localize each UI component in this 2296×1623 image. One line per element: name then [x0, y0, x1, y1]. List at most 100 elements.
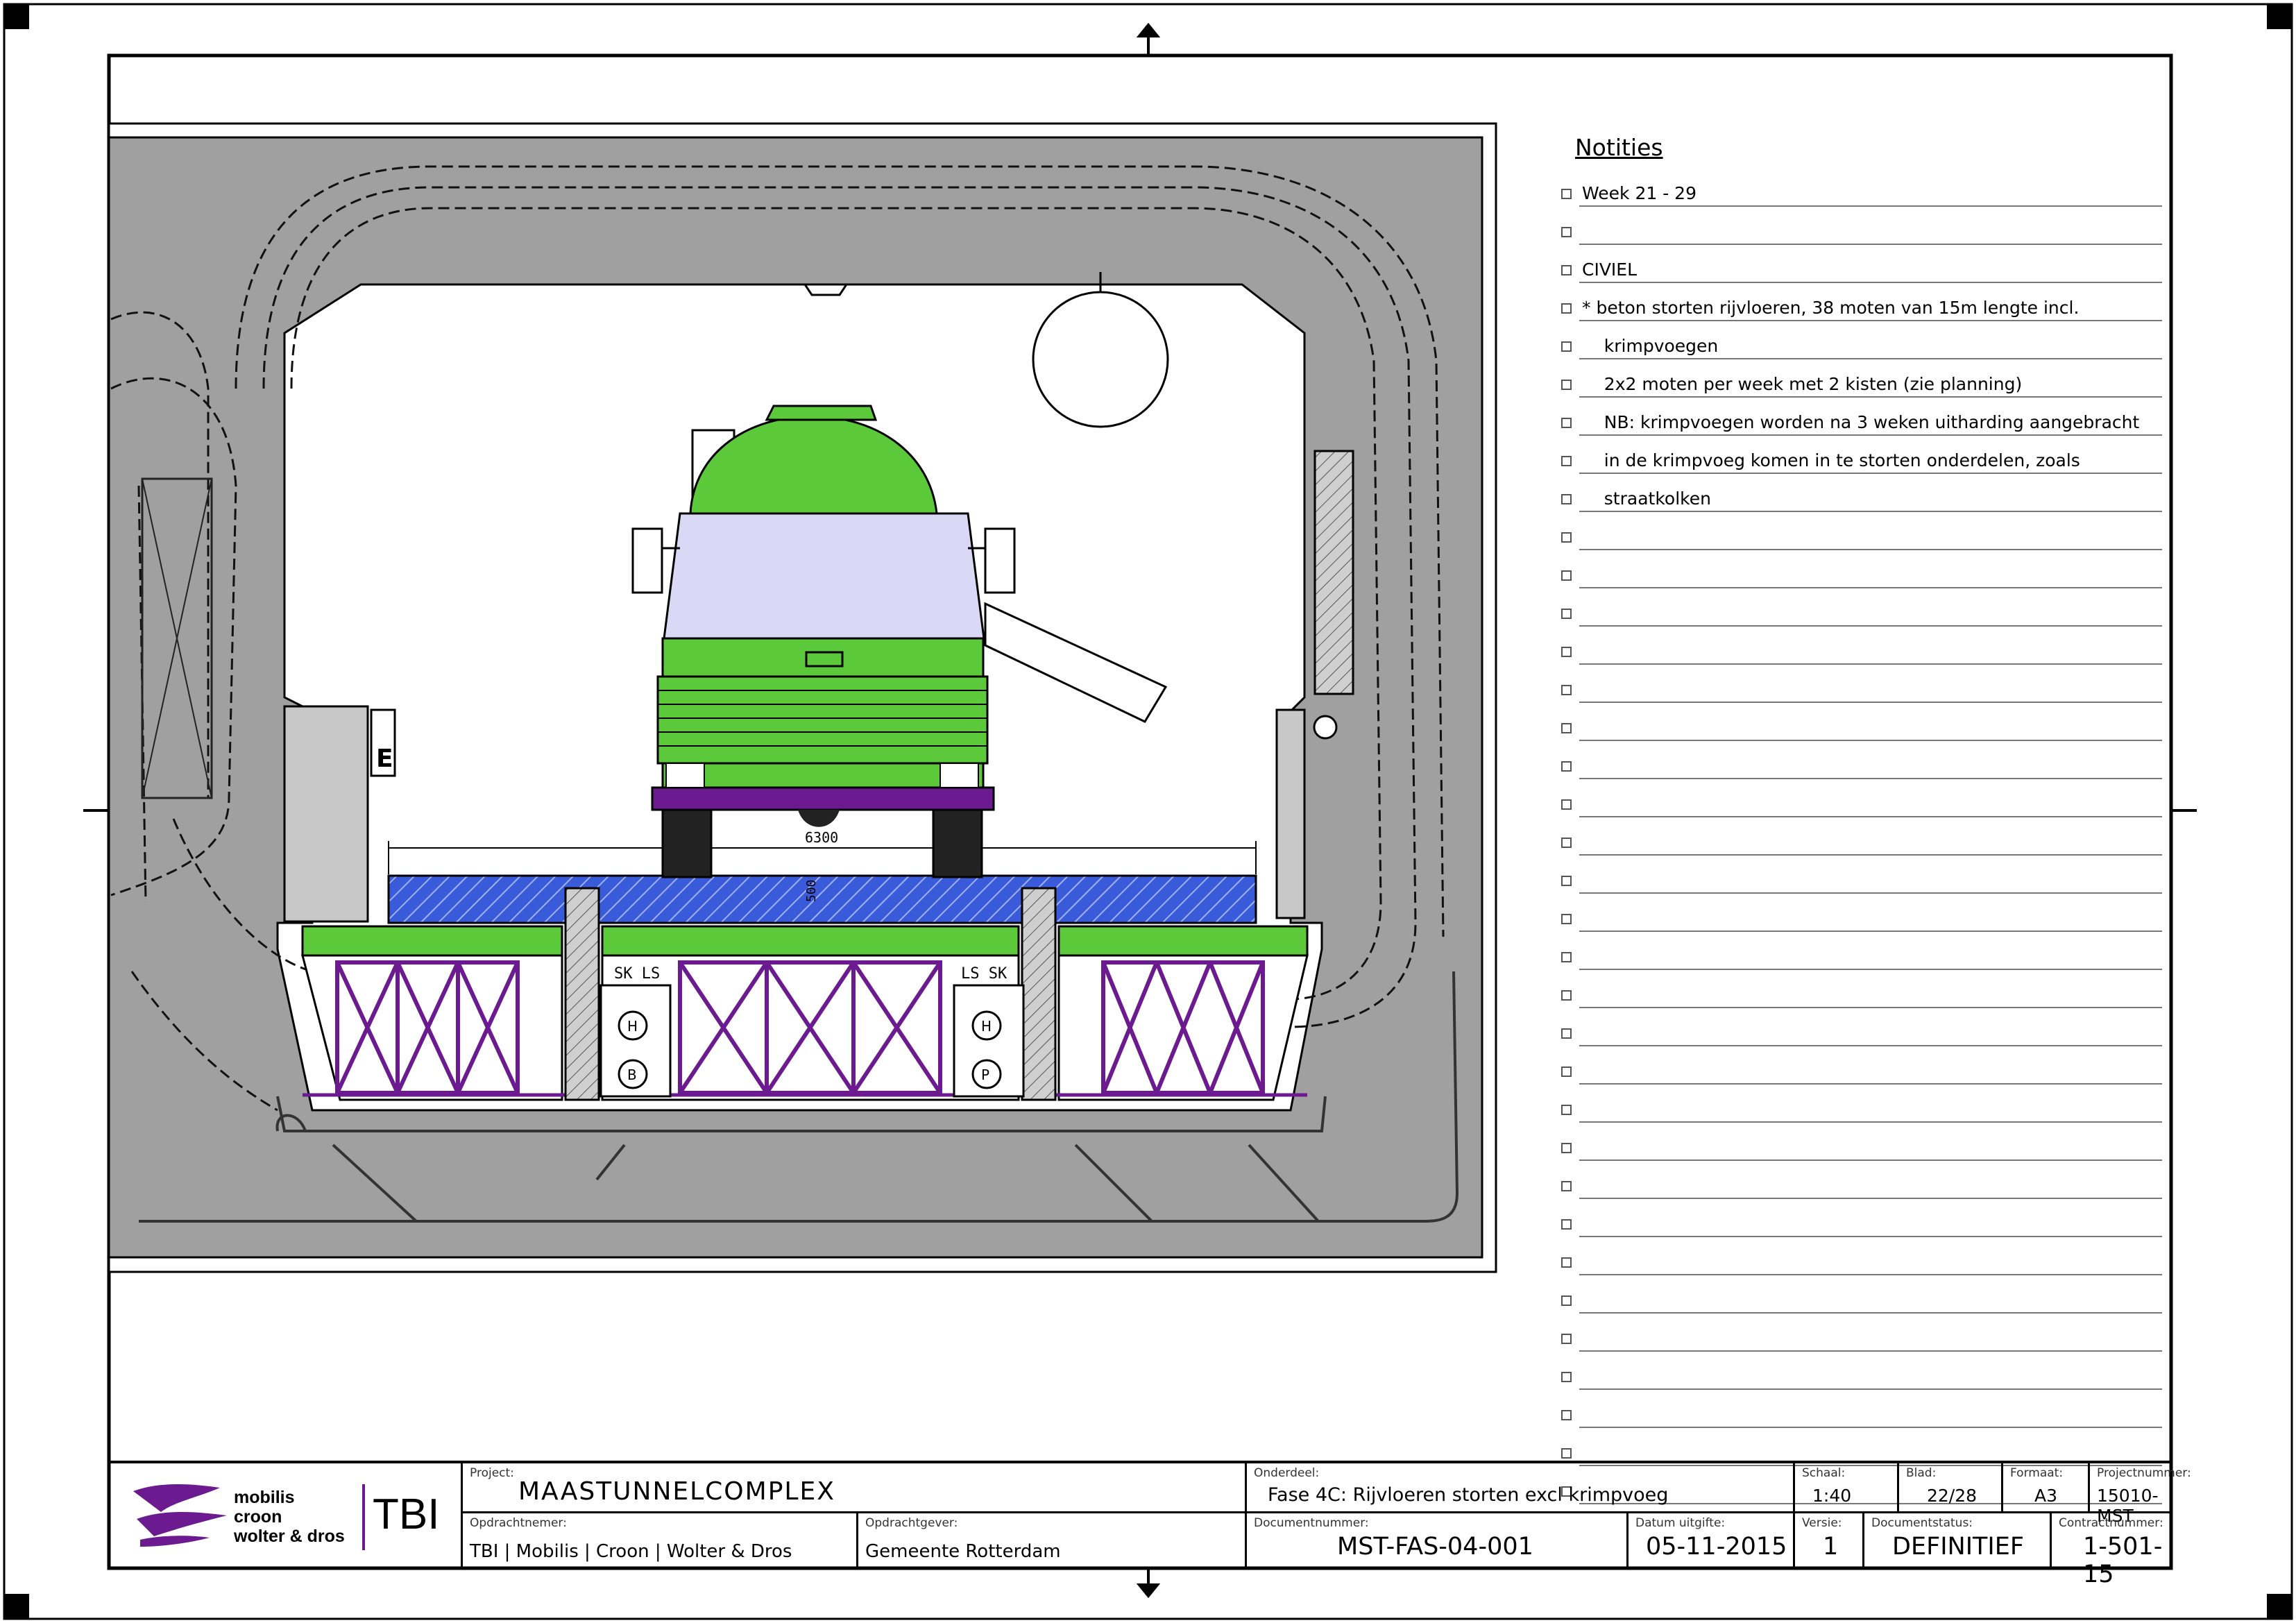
checkbox-icon[interactable] [1561, 456, 1572, 466]
checkbox-icon[interactable] [1561, 1334, 1572, 1344]
contract-label: Contractnummer: [2059, 1516, 2163, 1530]
note-row [1561, 1325, 2162, 1363]
status-label: Documentstatus: [1871, 1516, 1973, 1530]
note-row [1561, 753, 2162, 791]
docnum-label: Documentnummer: [1254, 1516, 1369, 1530]
cell-label-right: LS SK [961, 965, 1007, 983]
version-label: Versie: [1802, 1516, 1842, 1530]
note-underline [1579, 549, 2162, 550]
checkbox-icon[interactable] [1561, 494, 1572, 504]
scale-cell: Schaal: 1:40 [1795, 1463, 1899, 1513]
checkbox-icon[interactable] [1561, 1219, 1572, 1230]
symbol-b: B [627, 1067, 637, 1083]
checkbox-icon[interactable] [1561, 1295, 1572, 1306]
note-row [1561, 1363, 2162, 1402]
checkbox-icon[interactable] [1561, 1028, 1572, 1039]
date-value: 05-11-2015 [1646, 1533, 1787, 1561]
checkbox-icon[interactable] [1561, 265, 1572, 275]
checkbox-icon[interactable] [1561, 1143, 1572, 1153]
project-label: Project: [470, 1466, 514, 1480]
project-value: MAASTUNNELCOMPLEX [518, 1477, 835, 1506]
status-value: DEFINITIEF [1892, 1533, 2024, 1561]
checkbox-icon[interactable] [1561, 380, 1572, 390]
format-cell: Formaat: A3 [2003, 1463, 2090, 1513]
note-underline [1579, 1312, 2162, 1314]
note-underline [1579, 892, 2162, 894]
note-row [1561, 791, 2162, 829]
checkbox-icon[interactable] [1561, 914, 1572, 924]
checkbox-icon[interactable] [1561, 418, 1572, 428]
note-underline [1579, 1236, 2162, 1237]
note-underline [1579, 625, 2162, 627]
note-underline [1579, 1159, 2162, 1161]
title-block: mobilis croon wolter & dros TBI Project:… [109, 1461, 2191, 1588]
note-row: * beton storten rijvloeren, 38 moten van… [1561, 295, 2162, 333]
svg-text:E: E [376, 745, 393, 773]
note-underline [1579, 663, 2162, 665]
checkbox-icon[interactable] [1561, 647, 1572, 657]
date-label: Datum uitgifte: [1635, 1516, 1726, 1530]
note-underline [1579, 1350, 2162, 1352]
notes-title: Notities [1575, 134, 1663, 161]
note-underline [1579, 434, 2162, 436]
note-text: 2x2 moten per week met 2 kisten (zie pla… [1582, 374, 2023, 394]
checkbox-icon[interactable] [1561, 1448, 1572, 1459]
part-cell: Onderdeel: Fase 4C: Rijvloeren storten e… [1247, 1463, 1795, 1513]
note-underline [1579, 1274, 2162, 1275]
note-row: krimpvoegen [1561, 333, 2162, 371]
contract-value: 1-501-15 [2083, 1533, 2163, 1588]
note-text: CIVIEL [1582, 260, 1638, 280]
checkbox-icon[interactable] [1561, 799, 1572, 810]
checkbox-icon[interactable] [1561, 1067, 1572, 1077]
project-cell: Project: MAASTUNNELCOMPLEX [463, 1463, 1247, 1513]
note-underline [1579, 511, 2162, 512]
checkbox-icon[interactable] [1561, 952, 1572, 962]
note-row: 2x2 moten per week met 2 kisten (zie pla… [1561, 371, 2162, 409]
checkbox-icon[interactable] [1561, 1181, 1572, 1191]
note-underline [1579, 854, 2162, 856]
checkbox-icon[interactable] [1561, 1105, 1572, 1115]
checkbox-icon[interactable] [1561, 1372, 1572, 1382]
checkbox-icon[interactable] [1561, 189, 1572, 199]
note-row: in de krimpvoeg komen in te storten onde… [1561, 448, 2162, 486]
note-underline [1579, 358, 2162, 359]
mobilis-logo-icon [133, 1484, 227, 1547]
contractor-cell: Opdrachtnemer: TBI | Mobilis | Croon | W… [463, 1513, 858, 1568]
docnum-value: MST-FAS-04-001 [1337, 1533, 1533, 1561]
projnum-cell: Projectnummer: 15010-MST [2090, 1463, 2191, 1526]
checkbox-icon[interactable] [1561, 723, 1572, 733]
checkbox-icon[interactable] [1561, 761, 1572, 772]
format-value: A3 [2034, 1486, 2058, 1506]
note-underline [1579, 396, 2162, 398]
checkbox-icon[interactable] [1561, 341, 1572, 352]
note-underline [1579, 931, 2162, 932]
note-row [1561, 982, 2162, 1020]
checkbox-icon[interactable] [1561, 303, 1572, 314]
part-label: Onderdeel: [1254, 1466, 1320, 1480]
checkbox-icon[interactable] [1561, 609, 1572, 619]
checkbox-icon[interactable] [1561, 1257, 1572, 1268]
note-row [1561, 1058, 2162, 1096]
checkbox-icon[interactable] [1561, 990, 1572, 1001]
checkbox-icon[interactable] [1561, 570, 1572, 581]
checkbox-icon[interactable] [1561, 227, 1572, 237]
checkbox-icon[interactable] [1561, 838, 1572, 848]
note-row [1561, 600, 2162, 638]
checkbox-icon[interactable] [1561, 1410, 1572, 1420]
checkbox-icon[interactable] [1561, 532, 1572, 543]
note-row: Week 21 - 29 [1561, 180, 2162, 219]
symbol-p: P [981, 1067, 989, 1083]
corner-mark-bl [4, 1594, 29, 1619]
note-text: straatkolken [1582, 488, 1711, 509]
corner-mark-tr [2267, 4, 2292, 29]
note-row [1561, 1173, 2162, 1211]
scale-label: Schaal: [1802, 1466, 1846, 1480]
scale-value: 1:40 [1812, 1486, 1852, 1506]
note-text: Week 21 - 29 [1582, 183, 1697, 203]
checkbox-icon[interactable] [1561, 685, 1572, 695]
note-underline [1579, 1198, 2162, 1199]
dimension-label: 6300 [805, 829, 838, 846]
note-underline [1579, 587, 2162, 588]
ceiling-fixture [803, 283, 849, 296]
checkbox-icon[interactable] [1561, 876, 1572, 886]
